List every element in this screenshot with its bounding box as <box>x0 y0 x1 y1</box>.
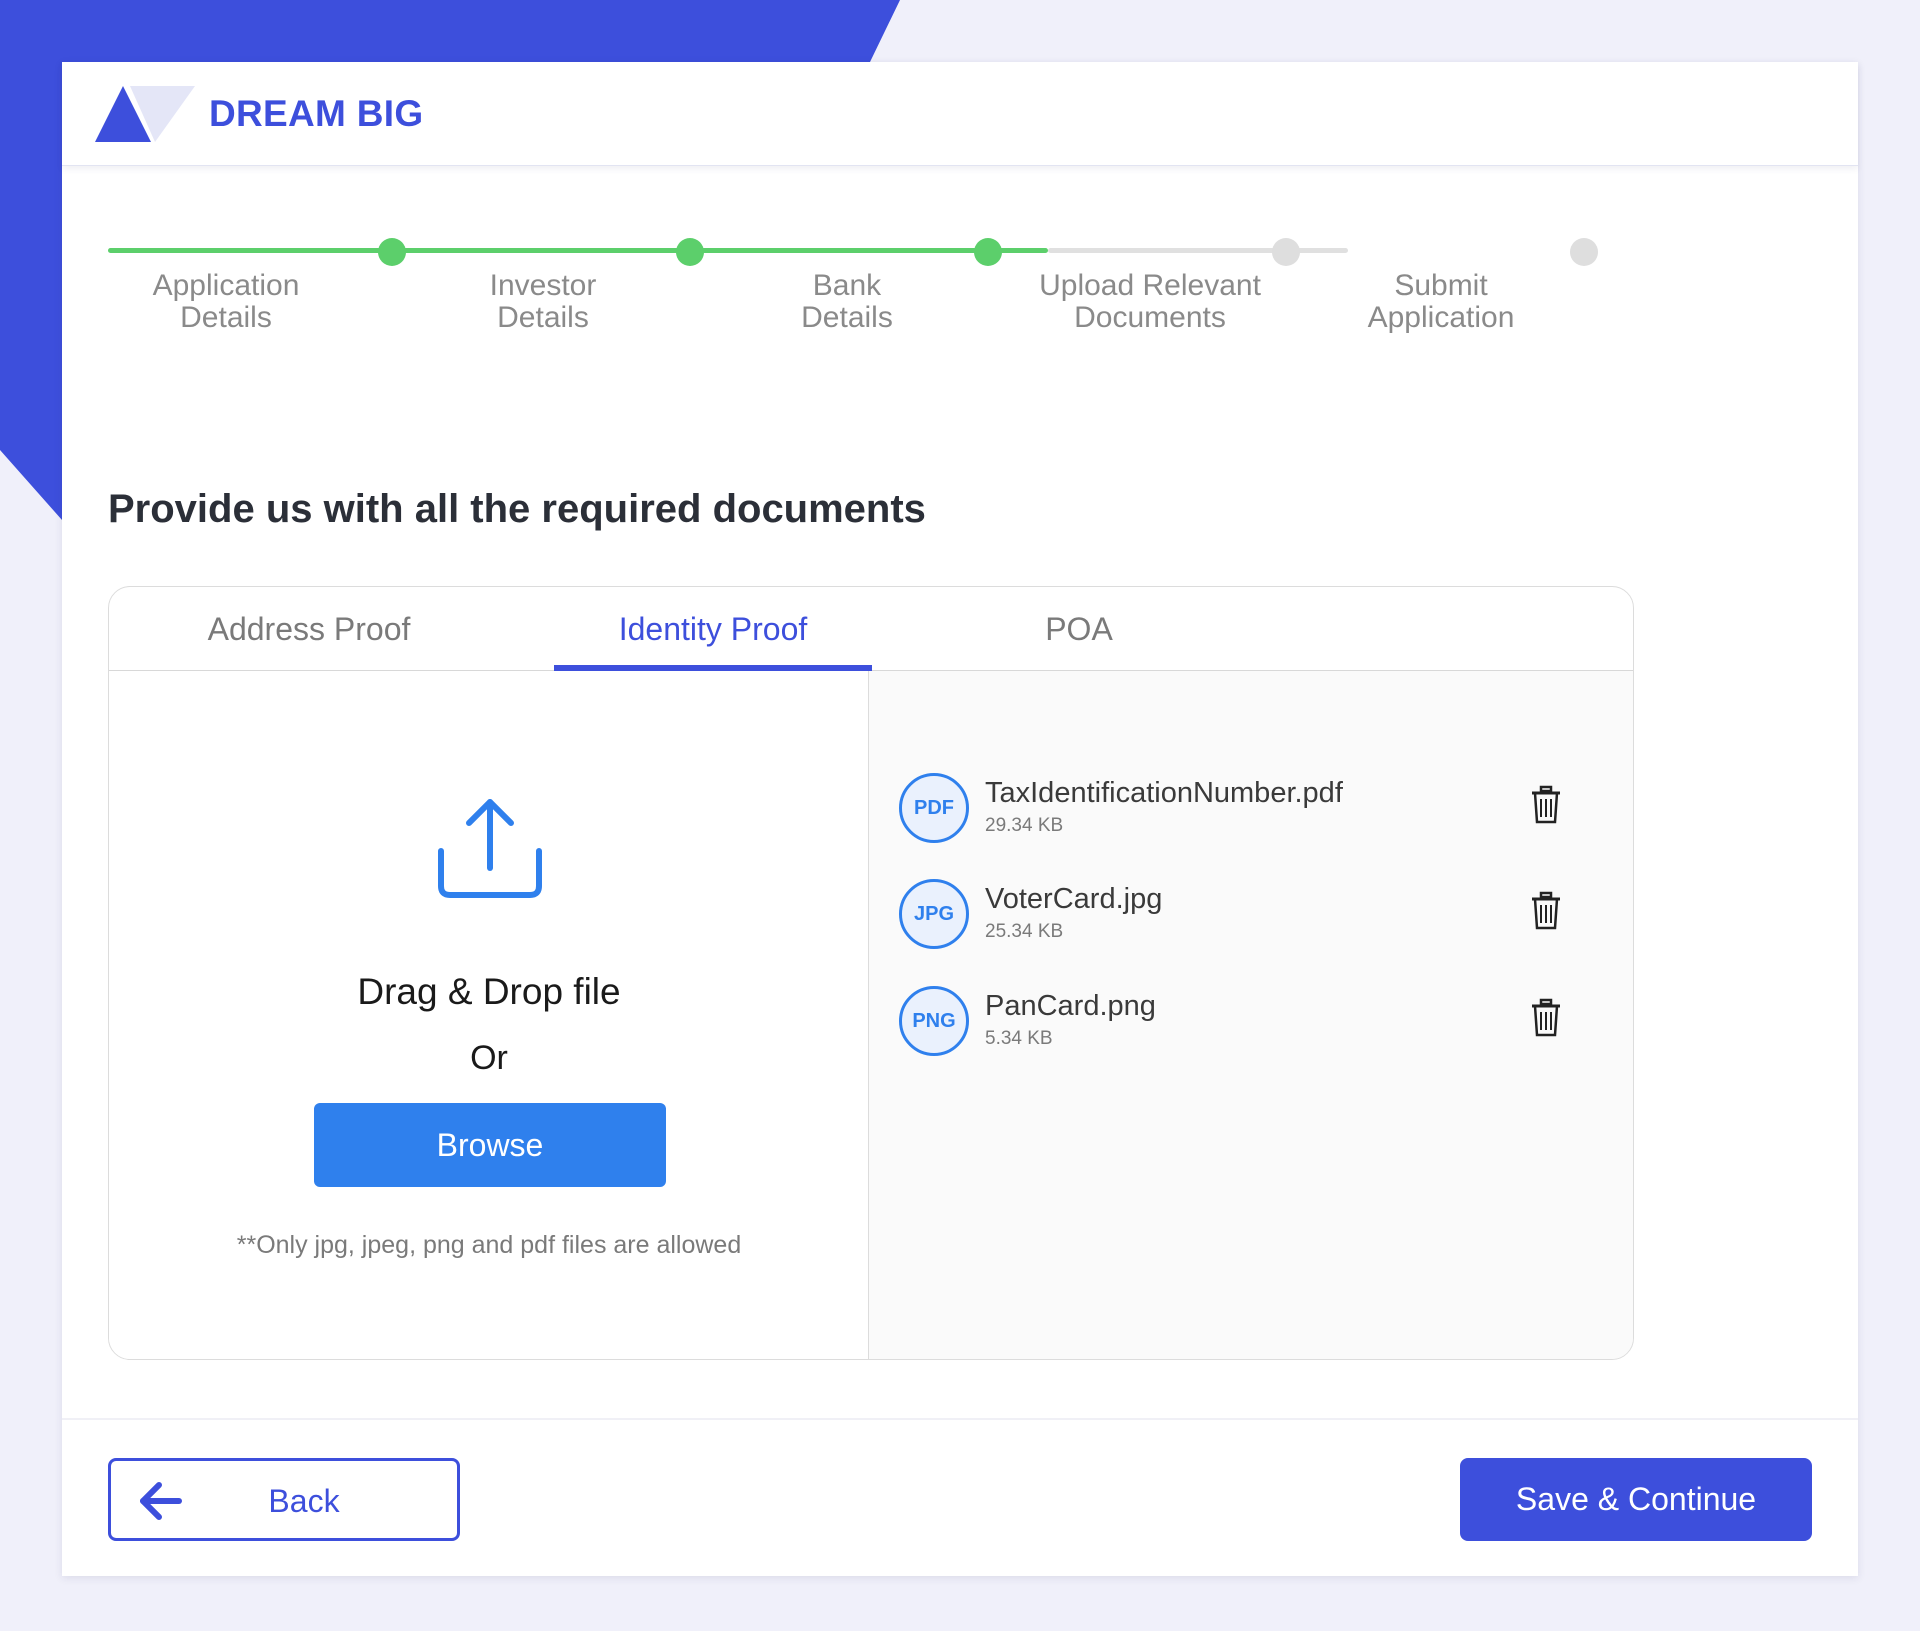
step-investor-details: Investor Details <box>393 270 693 334</box>
step-label-line1: Upload Relevant <box>1039 269 1261 302</box>
step-label-line1: Submit <box>1394 269 1488 302</box>
app-header: DREAM BIG <box>62 62 1858 166</box>
step-application-details: Application Details <box>76 270 376 334</box>
step-upload-documents: Upload Relevant Documents <box>1000 270 1300 334</box>
back-button-label: Back <box>268 1483 340 1519</box>
step-label-line2: Application <box>1367 301 1515 334</box>
tab-address-proof[interactable]: Address Proof <box>109 587 509 671</box>
upload-icon <box>438 799 542 898</box>
step-label-line2: Details <box>180 301 272 334</box>
step-dot-upload <box>974 238 1002 266</box>
document-tabs: Address Proof Identity Proof POA <box>109 587 1633 672</box>
file-size: 25.34 KB <box>985 921 1064 942</box>
drag-drop-text: Drag & Drop file <box>357 971 621 1012</box>
back-button[interactable]: Back <box>108 1458 460 1541</box>
brand-name: DREAM BIG <box>209 92 424 134</box>
browse-button[interactable]: Browse <box>314 1103 666 1187</box>
tab-poa[interactable]: POA <box>989 587 1169 671</box>
step-dot-end <box>1570 238 1598 266</box>
step-label-line1: Investor <box>489 269 597 302</box>
step-label-line1: Bank <box>812 269 882 302</box>
step-label-line1: Application <box>152 269 300 302</box>
form-footer: Back Save & Continue <box>62 1418 1858 1576</box>
step-bank-details: Bank Details <box>697 270 997 334</box>
application-card: DREAM BIG Application Details Investor D… <box>62 62 1858 1576</box>
tab-identity-proof[interactable]: Identity Proof <box>554 587 872 672</box>
drop-zone[interactable]: Drag & Drop file Or Browse **Only jpg, j… <box>109 671 869 1359</box>
file-size: 5.34 KB <box>985 1028 1053 1049</box>
file-size: 29.34 KB <box>985 815 1064 836</box>
file-name: PanCard.png <box>985 990 1156 1022</box>
file-type-badge: PDF <box>899 773 969 843</box>
trash-icon[interactable] <box>1529 785 1563 825</box>
stepper-track-pending <box>1048 248 1348 253</box>
file-name: VoterCard.jpg <box>985 883 1163 915</box>
page-title: Provide us with all the required documen… <box>108 487 926 531</box>
document-upload-panel: Address Proof Identity Proof POA Drag & … <box>108 586 1634 1360</box>
step-submit-application: Submit Application <box>1291 270 1591 334</box>
or-text: Or <box>470 1039 508 1077</box>
step-label-line2: Details <box>801 301 893 334</box>
file-type-badge: JPG <box>899 879 969 949</box>
progress-stepper: Application Details Investor Details Ban… <box>108 230 1668 340</box>
file-item: JPG VoterCard.jpg 25.34 KB <box>899 879 1589 959</box>
stepper-track-complete <box>108 248 1048 253</box>
step-dot-bank <box>676 238 704 266</box>
file-type-badge: PNG <box>899 986 969 1056</box>
triangle-logo-icon <box>95 85 195 142</box>
file-item: PDF TaxIdentificationNumber.pdf 29.34 KB <box>899 773 1589 853</box>
trash-icon[interactable] <box>1529 998 1563 1038</box>
save-continue-button[interactable]: Save & Continue <box>1460 1458 1812 1541</box>
step-label-line2: Documents <box>1074 301 1226 334</box>
step-dot-investor <box>378 238 406 266</box>
uploaded-files-list: PDF TaxIdentificationNumber.pdf 29.34 KB… <box>869 671 1633 1359</box>
step-dot-submit <box>1272 238 1300 266</box>
file-name: TaxIdentificationNumber.pdf <box>985 777 1343 809</box>
step-label-line2: Details <box>497 301 589 334</box>
allowed-types-note: **Only jpg, jpeg, png and pdf files are … <box>236 1231 742 1259</box>
file-item: PNG PanCard.png 5.34 KB <box>899 986 1589 1066</box>
trash-icon[interactable] <box>1529 891 1563 931</box>
